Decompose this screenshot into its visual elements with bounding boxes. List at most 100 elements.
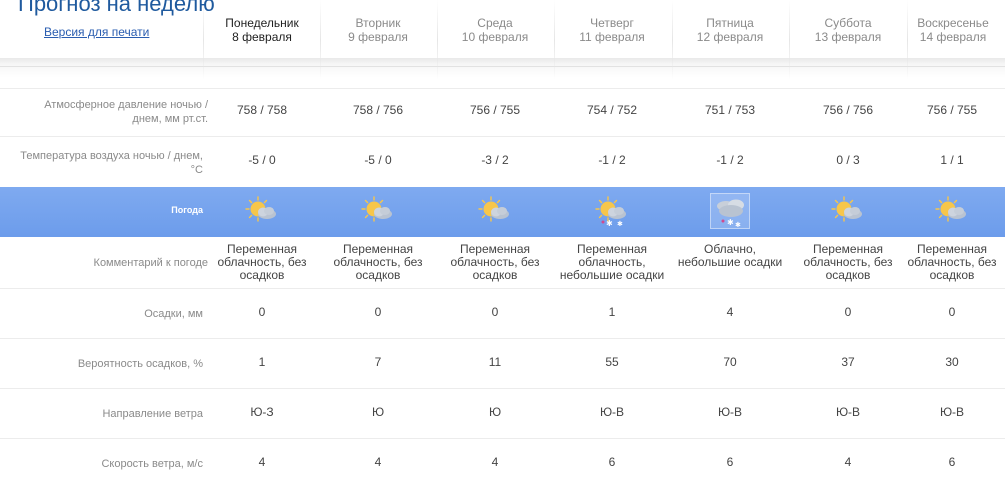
wind-speed-value: 6 <box>608 455 616 469</box>
temperature-value: -5 / 0 <box>364 153 392 167</box>
weather-comment: Облачно, небольшие осадки <box>671 243 789 282</box>
day-date: 11 февраля <box>579 30 645 44</box>
weather-comment: Переменная облачность, без осадков <box>436 243 554 282</box>
probability-value: 30 <box>945 355 959 369</box>
weather-comment: Переменная облачность, небольшие осадки <box>553 243 671 282</box>
print-version-link[interactable]: Версия для печати <box>44 25 149 39</box>
weather-comment-line: осадков <box>472 268 518 282</box>
svg-text:✱: ✱ <box>617 220 623 228</box>
weather-comment-line: осадков <box>355 268 401 282</box>
wind-direction-value: Ю <box>371 405 385 419</box>
wind-speed-label: Скорость ветра, м/с <box>101 458 203 470</box>
probability-value: 7 <box>374 355 382 369</box>
weather-comment-line: осадков <box>929 268 975 282</box>
weather-comment: Переменная облачность, без осадков <box>319 243 437 282</box>
precipitation-value: 1 <box>608 305 616 319</box>
weather-comment: Переменная облачность, без осадков <box>789 243 907 282</box>
wind-speed-value: 4 <box>374 455 382 469</box>
wind-direction-value: Ю-В <box>599 405 625 419</box>
precipitation-value: 0 <box>258 305 266 319</box>
wind-direction-value: Ю-В <box>835 405 861 419</box>
precipitation-value: 0 <box>948 305 956 319</box>
forecast-header: Прогноз на неделю Версия для печати Поне… <box>0 0 1005 90</box>
partly-cloudy-night-icon <box>358 193 398 229</box>
cloudy-light-snow-icon: ✱ ✱ <box>710 193 750 229</box>
weather-comment: Переменная облачность, без осадков <box>893 243 1005 282</box>
temperature-label-line2: °C <box>190 164 203 176</box>
probability-value: 55 <box>605 355 619 369</box>
weather-label: Погода <box>171 205 203 215</box>
pressure-value: 756 / 755 <box>469 103 521 117</box>
comment-label: Комментарий к погоде <box>93 257 208 269</box>
day-date: 9 февраля <box>348 30 408 44</box>
wind-speed-value: 4 <box>258 455 266 469</box>
weather-comment-line: небольшие осадки <box>559 268 665 282</box>
precipitation-value: 0 <box>844 305 852 319</box>
temperature-label: Температура воздуха ночью / днем, °C <box>0 149 203 177</box>
wind-speed-value: 4 <box>844 455 852 469</box>
pressure-value: 758 / 758 <box>236 103 288 117</box>
pressure-value: 751 / 753 <box>704 103 756 117</box>
day-header[interactable]: Вторник 9 февраля <box>319 16 437 44</box>
weather-comment-line: осадков <box>825 268 871 282</box>
day-name: Воскресенье <box>917 16 989 30</box>
weather-comment: Переменная облачность, без осадков <box>203 243 321 282</box>
wind-speed-value: 6 <box>948 455 956 469</box>
day-header[interactable]: Среда 10 февраля <box>436 16 554 44</box>
day-date: 8 февраля <box>232 30 292 44</box>
temperature-value: 1 / 1 <box>940 153 964 167</box>
day-header[interactable]: Понедельник 8 февраля <box>203 16 321 44</box>
partly-cloudy-night-icon <box>828 193 868 229</box>
partly-cloudy-night-icon <box>242 193 282 229</box>
day-name: Вторник <box>355 16 401 30</box>
wind-speed-value: 6 <box>726 455 734 469</box>
partly-cloudy-night-light-snow-icon: ✱ ✱ <box>592 193 632 229</box>
wind-speed-value: 4 <box>491 455 499 469</box>
svg-text:✱: ✱ <box>735 221 741 229</box>
wind-direction-value: Ю <box>488 405 502 419</box>
svg-text:✱: ✱ <box>606 219 613 228</box>
day-name: Четверг <box>590 16 634 30</box>
pressure-label-line2: днем, мм рт.ст. <box>132 113 208 125</box>
wind-direction-value: Ю-З <box>250 405 274 419</box>
day-date: 14 февраля <box>919 30 987 44</box>
day-header[interactable]: Суббота 13 февраля <box>789 16 907 44</box>
svg-text:✱: ✱ <box>727 218 734 227</box>
header-shadow <box>0 58 1005 90</box>
probability-value: 37 <box>841 355 855 369</box>
pressure-value: 756 / 756 <box>822 103 874 117</box>
precipitation-label: Осадки, мм <box>144 308 203 320</box>
probability-value: 70 <box>723 355 737 369</box>
pressure-value: 756 / 755 <box>926 103 978 117</box>
day-name: Пятница <box>706 16 754 30</box>
precipitation-value: 0 <box>374 305 382 319</box>
temperature-value: -5 / 0 <box>248 153 276 167</box>
day-date: 13 февраля <box>814 30 882 44</box>
temperature-value: -1 / 2 <box>598 153 626 167</box>
wind-direction-value: Ю-В <box>939 405 965 419</box>
probability-label: Вероятность осадков, % <box>77 358 203 370</box>
weather-comment-line: небольшие осадки <box>677 255 783 269</box>
header-divider <box>0 66 1005 67</box>
precipitation-value: 4 <box>726 305 734 319</box>
probability-value: 11 <box>488 355 502 369</box>
temperature-value: -1 / 2 <box>716 153 744 167</box>
wind-direction-label: Направление ветра <box>102 408 203 420</box>
weather-comment-line <box>671 269 789 282</box>
partly-cloudy-night-icon <box>475 193 515 229</box>
day-header[interactable]: Пятница 12 февраля <box>671 16 789 44</box>
day-header[interactable]: Четверг 11 февраля <box>553 16 671 44</box>
pressure-value: 754 / 752 <box>586 103 638 117</box>
partly-cloudy-night-icon <box>932 193 972 229</box>
day-header[interactable]: Воскресенье 14 февраля <box>894 16 1005 44</box>
pressure-label: Атмосферное давление ночью / днем, мм рт… <box>0 98 208 126</box>
wind-direction-value: Ю-В <box>717 405 743 419</box>
day-date: 12 февраля <box>696 30 764 44</box>
temperature-label-line1: Температура воздуха ночью / днем, <box>20 150 203 162</box>
precipitation-value: 0 <box>491 305 499 319</box>
day-name: Суббота <box>824 16 872 30</box>
day-date: 10 февраля <box>461 30 529 44</box>
probability-value: 1 <box>258 355 266 369</box>
day-name: Среда <box>477 16 513 30</box>
day-name: Понедельник <box>225 16 299 30</box>
